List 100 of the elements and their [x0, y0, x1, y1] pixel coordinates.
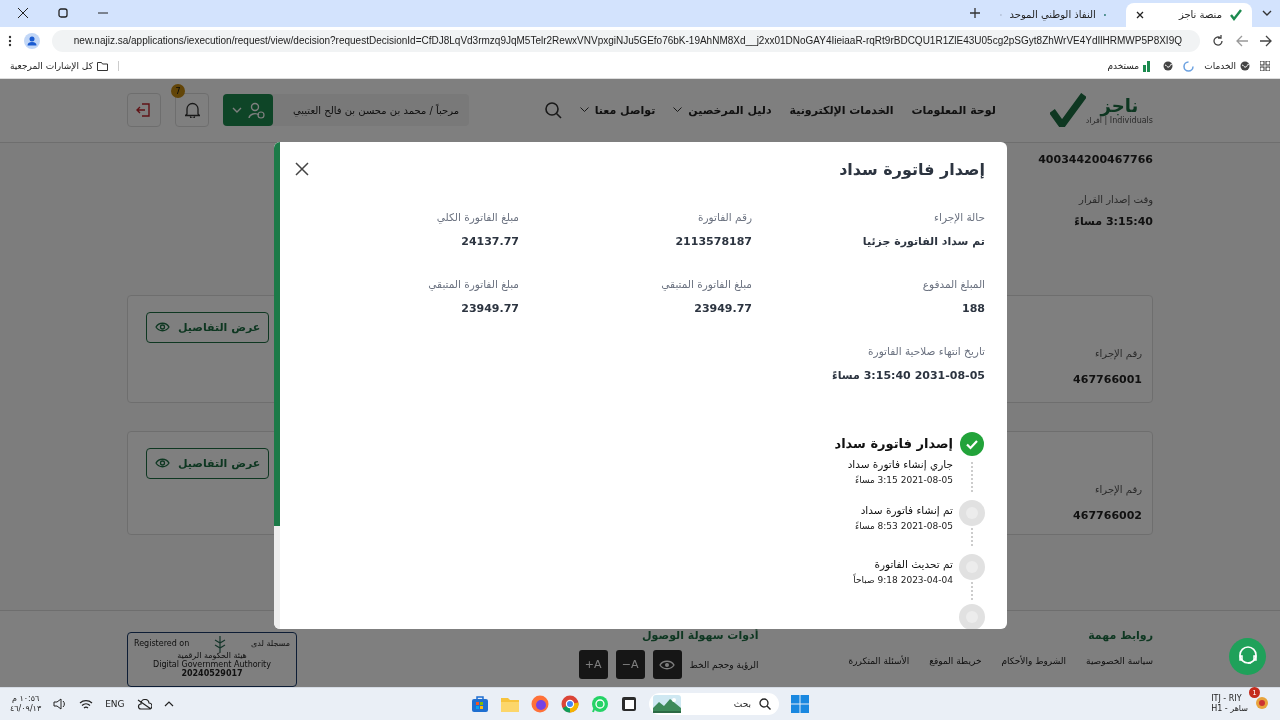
- folder-icon: [96, 61, 108, 71]
- nav-link[interactable]: دليل المرخصين: [673, 103, 772, 117]
- field-value: تم سداد الفاتورة جزئيا: [861, 234, 985, 248]
- font-size-button[interactable]: A−: [615, 650, 645, 680]
- search-icon: [759, 698, 771, 711]
- footer-heading: روابط مهمة: [1087, 629, 1153, 643]
- notification-count: 7: [171, 84, 185, 99]
- logo-text: ناجز: [1100, 95, 1139, 117]
- font-size-button[interactable]: A+: [578, 650, 608, 680]
- footer-heading: أدوات سهولة الوصول: [641, 629, 759, 643]
- field-value: 467766002: [1073, 508, 1142, 522]
- field-label: المبلغ المدفوع: [921, 277, 985, 290]
- browser-tab[interactable]: منصة ناجز: [1126, 2, 1252, 27]
- maximize-icon[interactable]: [58, 8, 68, 19]
- request-number: 400344200467766: [1038, 152, 1153, 166]
- check-logo-icon: [1230, 8, 1242, 21]
- reload-icon[interactable]: [1212, 34, 1224, 47]
- field-label: مبلغ الفاتورة المتبقي: [427, 277, 519, 290]
- dialog-title: إصدار فاتورة سداد: [839, 159, 985, 179]
- address-bar[interactable]: new.najiz.sa/applications/iexecution/request/view/decision?requestDecisionId=CfDJ8LqVd3rmzq9JqM5Telr2RewxVNVpxgiNJu5GEfo76bK-19AhNM8Xd__j2xx01DNoGAY4IieiaaR-rqRt9rBDCQU1R1ZlE43U05cg2pSGyt8ZhWrVE4YdIlHRMWP5P8XI9Q: [52, 29, 1200, 52]
- footer-link[interactable]: الشروط والأحكام: [1001, 656, 1067, 667]
- cloud-off-icon[interactable]: [136, 698, 152, 710]
- all-bookmarks-item[interactable]: كل الإشارات المرجعية: [10, 61, 119, 72]
- badge-label: Registered on: [134, 639, 190, 649]
- footer-link[interactable]: خريطة الموقع: [929, 656, 982, 667]
- nav-link[interactable]: الخدمات الإلكترونية: [789, 103, 894, 117]
- vision-label: الرؤية وحجم الخط: [689, 659, 759, 670]
- field-label: وقت إصدار القرار: [1079, 193, 1153, 205]
- logo-subtitle: Individuals | أفراد: [1085, 116, 1153, 126]
- user-greeting: مرحباً / محمد بن محسن بن فالح العتيبي: [292, 104, 461, 116]
- search-icon[interactable]: [544, 101, 562, 119]
- view-details-button[interactable]: عرض التفاصيل: [146, 447, 270, 479]
- scrollbar[interactable]: [274, 141, 280, 629]
- footer-link[interactable]: سياسة الخصوصية: [1086, 656, 1153, 667]
- badge-label: مسجلة لدى: [251, 639, 290, 649]
- step-date: 2023-04-04 9:18 صباحاً: [853, 574, 953, 585]
- clock-time[interactable]: ١٠:٥٦ م: [11, 694, 40, 705]
- browser-tab[interactable]: النفاذ الوطني الموحد: [990, 2, 1116, 27]
- field-label: رقم الفاتورة: [697, 210, 752, 223]
- nav-link[interactable]: تواصل معنا: [579, 103, 656, 117]
- forward-icon[interactable]: [1236, 34, 1248, 47]
- field-value: 2113578187: [674, 234, 752, 248]
- step-title: تم تحديث الفاتورة: [873, 557, 953, 570]
- check-logo-icon: [1049, 93, 1086, 128]
- field-value: 188: [961, 301, 985, 315]
- clock-date[interactable]: ٤٦/٠٩/١٣: [10, 704, 42, 715]
- field-value: 3:15:40 مساءً: [1074, 214, 1153, 228]
- field-value: 24137.77: [460, 234, 519, 248]
- windows-start-icon[interactable]: [791, 695, 809, 714]
- wifi-icon[interactable]: [79, 698, 94, 710]
- field-value: 23949.77: [460, 301, 519, 315]
- chrome-icon[interactable]: [561, 695, 579, 714]
- firefox-icon[interactable]: [531, 695, 549, 714]
- bookmark-item[interactable]: الخدمات: [1204, 61, 1250, 72]
- field-label: حالة الإجراء: [933, 210, 985, 223]
- search-field[interactable]: بحث: [649, 693, 779, 716]
- chevron-up-icon[interactable]: [163, 701, 174, 708]
- field-label: رقم الإجراء: [1093, 483, 1142, 495]
- step-date: 2021-08-05 3:15 مساءً: [853, 474, 953, 485]
- logout-icon: [136, 102, 152, 119]
- weather-text[interactable]: ساهر - H1: [1211, 704, 1248, 715]
- app-window-icon[interactable]: [621, 696, 637, 713]
- logout-button[interactable]: [127, 93, 161, 128]
- authority-name: هيئة الحكومة الرقمية: [177, 652, 247, 661]
- profile-icon[interactable]: [24, 32, 40, 49]
- field-value: 23949.77: [693, 301, 752, 315]
- caret-icon: [579, 107, 589, 114]
- nav-link[interactable]: لوحة المعلومات: [911, 103, 996, 117]
- apps-grid-icon[interactable]: [1260, 61, 1270, 72]
- globe-icon[interactable]: [1163, 61, 1174, 72]
- field-label: مبلغ الفاتورة المتبقي: [660, 277, 752, 290]
- emblem-icon: [213, 636, 228, 653]
- loading-icon[interactable]: [1183, 60, 1195, 72]
- menu-icon[interactable]: [8, 34, 12, 47]
- back-icon[interactable]: [1260, 34, 1272, 47]
- eye-icon: [659, 659, 676, 670]
- volume-icon[interactable]: [53, 698, 68, 711]
- authority-name: Digital Government Authority: [153, 660, 271, 670]
- notifications-button[interactable]: [175, 93, 209, 128]
- language-indicator[interactable]: ENG: [105, 699, 125, 710]
- field-value: 2031-08-05 3:15:40 مساءً: [831, 368, 985, 382]
- eye-icon: [155, 322, 170, 333]
- weather-text[interactable]: ITJ - RIY: [1211, 693, 1242, 705]
- field-label: مبلغ الفاتورة الكلي: [435, 210, 519, 223]
- user-settings-icon: [247, 101, 265, 119]
- field-label: رقم الإجراء: [1093, 347, 1142, 359]
- stage-title: إصدار فاتورة سداد: [834, 434, 953, 453]
- user-menu-button[interactable]: [223, 94, 273, 127]
- bookmark-item[interactable]: مستخدم: [1107, 60, 1154, 72]
- footer-link[interactable]: الأسئلة المتكررة: [848, 656, 910, 667]
- vision-button[interactable]: [652, 650, 682, 680]
- caret-icon: [231, 107, 242, 114]
- bell-icon: [184, 102, 200, 119]
- alert-app-icon[interactable]: [1254, 694, 1270, 711]
- registration-number: 20240529017: [181, 669, 243, 679]
- view-details-button[interactable]: عرض التفاصيل: [146, 311, 270, 343]
- new-tab-icon[interactable]: [970, 8, 980, 19]
- field-label: تاريخ انتهاء صلاحية الفاتورة: [867, 344, 985, 357]
- store-icon[interactable]: [471, 695, 489, 714]
- caret-icon: [673, 107, 683, 114]
